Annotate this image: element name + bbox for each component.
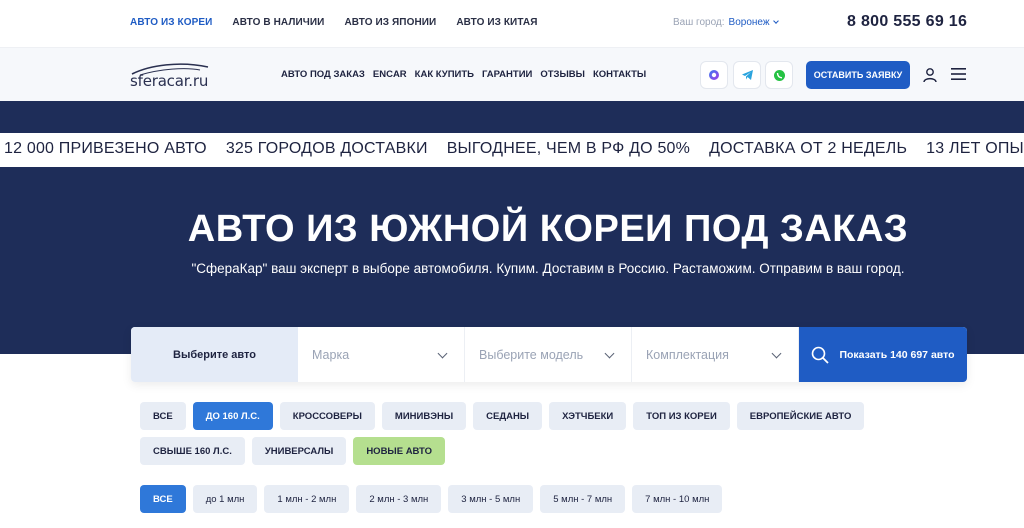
- chip-all[interactable]: Все: [140, 402, 186, 430]
- price-chip[interactable]: 3 млн - 5 млн: [448, 485, 534, 513]
- city-label: Ваш город:: [673, 17, 725, 28]
- category-filters: Все до 160 л.с. Кроссоверы Минивэны Седа…: [140, 402, 960, 465]
- hero-title: АВТО ИЗ ЮЖНОЙ КОРЕИ ПОД ЗАКАЗ: [187, 208, 909, 250]
- nav-link-reviews[interactable]: Отзывы: [540, 69, 585, 80]
- chip-top-korea[interactable]: Топ из Кореи: [633, 402, 730, 430]
- top-link-korea[interactable]: Авто из Кореи: [130, 17, 212, 28]
- search-icon: [812, 346, 830, 364]
- menu-icon[interactable]: [951, 68, 966, 80]
- nav-link-how-to-buy[interactable]: Как купить: [415, 69, 474, 80]
- chevron-down-icon: [604, 348, 615, 359]
- model-select[interactable]: Выберите модель: [465, 327, 632, 382]
- ticker-item: доставка от 2 недель: [709, 140, 908, 157]
- top-link-in-stock[interactable]: Авто в наличии: [232, 17, 324, 28]
- city-selector[interactable]: Ваш город: Воронеж: [673, 17, 779, 28]
- price-chip[interactable]: 7 млн - 10 млн: [632, 485, 723, 513]
- top-link-china[interactable]: Авто из Китая: [456, 17, 537, 28]
- max-icon: [709, 70, 719, 80]
- nav-link-contacts[interactable]: Контакты: [593, 69, 646, 80]
- ticker-item: 13 лет опыта в авто: [926, 140, 1024, 157]
- main-navbar: sferacar.ru Авто под заказ Encar Как куп…: [0, 48, 1024, 101]
- ticker-item: 325 городов доставки: [225, 140, 428, 157]
- brand-select[interactable]: Марка: [298, 327, 465, 382]
- nav-link-guarantees[interactable]: Гарантии: [482, 69, 532, 80]
- chevron-down-icon: [772, 18, 779, 24]
- car-search-panel: Выберите авто Марка Выберите модель Комп…: [131, 327, 967, 382]
- price-chip[interactable]: 5 млн - 7 млн: [540, 485, 626, 513]
- chip-sedans[interactable]: Седаны: [473, 402, 543, 430]
- model-placeholder: Выберите модель: [479, 347, 584, 362]
- nav-link-encar[interactable]: Encar: [373, 69, 407, 80]
- leave-request-button[interactable]: Оставить заявку: [806, 61, 910, 89]
- price-chip[interactable]: 1 млн - 2 млн: [264, 485, 350, 513]
- chevron-down-icon: [771, 348, 782, 359]
- telegram-button[interactable]: [733, 61, 761, 89]
- telegram-icon: [741, 70, 753, 80]
- top-link-japan[interactable]: Авто из Японии: [344, 17, 436, 28]
- user-icon[interactable]: [922, 67, 938, 83]
- max-button[interactable]: [700, 61, 728, 89]
- city-value[interactable]: Воронеж: [729, 17, 770, 28]
- whatsapp-button[interactable]: [765, 61, 793, 89]
- chip-crossovers[interactable]: Кроссоверы: [279, 402, 375, 430]
- chip-over-160hp[interactable]: Свыше 160 л.с.: [140, 437, 245, 465]
- price-chip[interactable]: до 1 млн: [192, 485, 258, 513]
- price-chip-all[interactable]: Все: [140, 485, 186, 513]
- show-cars-label: Показать 140 697 авто: [839, 348, 955, 361]
- nav-link-order[interactable]: Авто под заказ: [281, 69, 365, 80]
- trim-placeholder: Комплектация: [646, 347, 729, 362]
- show-cars-button[interactable]: Показать 140 697 авто: [799, 327, 967, 382]
- chip-minivans[interactable]: Минивэны: [381, 402, 467, 430]
- hero-subtitle: "СфераКар" ваш эксперт в выборе автомоби…: [191, 261, 905, 276]
- stats-ticker: 12 000 привезено авто 325 городов достав…: [0, 133, 1024, 167]
- phone-number[interactable]: 8 800 555 69 16: [847, 13, 967, 31]
- ticker-item: выгоднее, чем в РФ до 50%: [446, 140, 691, 157]
- trim-select[interactable]: Комплектация: [632, 327, 799, 382]
- nav-links: Авто под заказ Encar Как купить Гарантии…: [281, 69, 646, 80]
- whatsapp-icon: [773, 69, 785, 81]
- chip-wagons[interactable]: Универсалы: [251, 437, 347, 465]
- chip-european[interactable]: Европейские авто: [736, 402, 865, 430]
- top-links: Авто из Кореи Авто в наличии Авто из Япо…: [130, 17, 538, 28]
- ticker-item: 12 000 привезено авто: [4, 140, 207, 157]
- choose-car-label: Выберите авто: [131, 327, 298, 382]
- chip-under-160hp[interactable]: до 160 л.с.: [192, 402, 273, 430]
- price-chip[interactable]: 2 млн - 3 млн: [356, 485, 442, 513]
- site-logo[interactable]: sferacar.ru: [130, 59, 212, 90]
- chip-hatchbacks[interactable]: Хэтчбеки: [549, 402, 627, 430]
- chip-new-cars[interactable]: Новые авто: [353, 437, 446, 465]
- top-bar: Авто из Кореи Авто в наличии Авто из Япо…: [0, 0, 1024, 48]
- chevron-down-icon: [437, 348, 448, 359]
- logo-text: sferacar.ru: [130, 72, 209, 90]
- brand-placeholder: Марка: [312, 347, 350, 362]
- price-filters: Все до 1 млн 1 млн - 2 млн 2 млн - 3 млн…: [140, 485, 723, 513]
